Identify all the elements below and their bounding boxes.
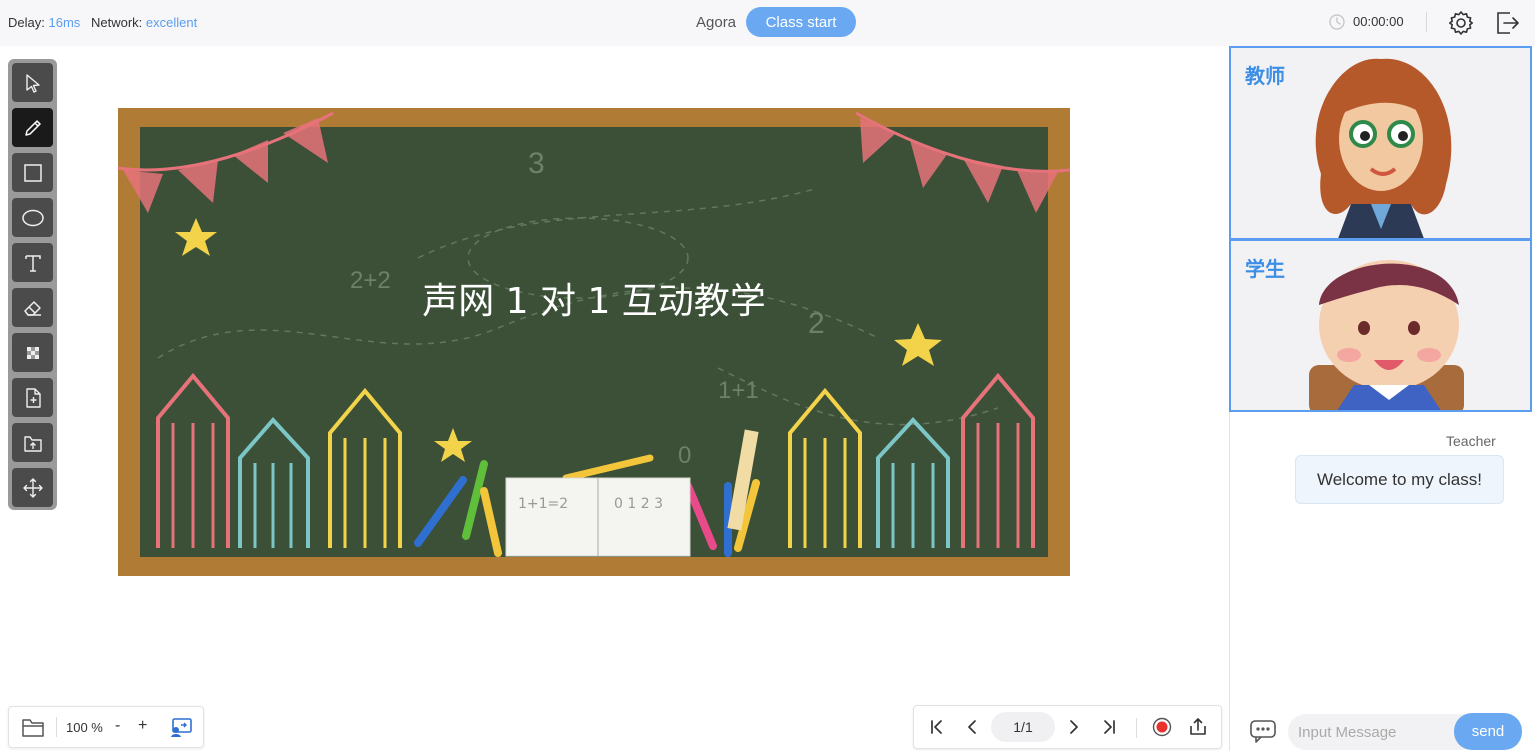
chat-message: Welcome to my class! — [1295, 455, 1504, 504]
last-page-icon[interactable] — [1099, 717, 1119, 737]
first-page-icon[interactable] — [927, 717, 947, 737]
tool-color-picker[interactable] — [12, 333, 53, 372]
send-button[interactable]: send — [1454, 713, 1522, 750]
settings-icon[interactable] — [1447, 9, 1475, 37]
delay-label: Delay: — [8, 15, 45, 30]
teacher-label: 教师 — [1245, 66, 1285, 88]
tool-text[interactable] — [12, 243, 53, 282]
share-export-icon[interactable] — [1188, 717, 1208, 737]
tool-hand[interactable] — [12, 468, 53, 507]
delay-stat: Delay: 16ms — [8, 15, 80, 30]
ellipse-icon — [21, 209, 44, 226]
chalk-number: 1+1 — [718, 377, 759, 404]
chat-bubble-icon[interactable] — [1249, 718, 1277, 744]
classroom-app: Delay: 16ms Network: excellent Agora Cla… — [0, 0, 1535, 751]
exit-icon[interactable] — [1494, 9, 1522, 37]
chalk-number: 2+2 — [350, 267, 391, 294]
chalk-number: 0 — [678, 442, 691, 469]
text-icon — [24, 254, 41, 272]
teacher-avatar — [1315, 58, 1452, 238]
chalk-number: 3 — [528, 147, 545, 180]
delay-value: 16ms — [48, 15, 81, 30]
tool-eraser[interactable] — [12, 288, 53, 327]
clock-icon — [1329, 14, 1345, 30]
network-label: Network: — [91, 15, 143, 30]
add-page-icon — [25, 387, 41, 408]
zoom-in-button[interactable]: + — [138, 717, 147, 735]
tool-rectangle[interactable] — [12, 153, 53, 192]
zoom-out-button[interactable]: - — [115, 717, 120, 735]
tool-upload[interactable] — [12, 423, 53, 462]
network-stat: Network: excellent — [91, 15, 197, 30]
chat-sender: Teacher — [1446, 433, 1496, 449]
top-bar: Delay: 16ms Network: excellent Agora Cla… — [0, 0, 1535, 46]
teacher-video: 教师 — [1229, 46, 1532, 240]
whiteboard-toolbar — [8, 59, 57, 510]
screen-share-icon[interactable] — [169, 716, 193, 738]
tool-ellipse[interactable] — [12, 198, 53, 237]
folder-icon[interactable] — [21, 716, 45, 738]
eraser-icon — [23, 300, 41, 316]
move-icon — [22, 477, 43, 498]
book-text-left: 1+1=2 — [518, 496, 568, 512]
pencil-icon — [24, 119, 41, 136]
zoom-level: 100 % — [66, 720, 103, 735]
rectangle-icon — [23, 163, 42, 182]
open-book: 1+1=2 0 1 2 3 — [505, 477, 691, 557]
page-indicator: 1/1 — [991, 712, 1055, 742]
page-controls: 1/1 — [913, 705, 1222, 749]
prev-page-icon[interactable] — [962, 717, 982, 737]
board-bottom-tools: 100 % - + — [8, 706, 204, 748]
tool-selector[interactable] — [12, 63, 53, 102]
whiteboard-canvas[interactable]: 3 2+2 2 1+1 0 声网 1 对 1 互动教学 1+1=2 0 1 2 … — [118, 108, 1070, 576]
class-start-button[interactable]: Class start — [746, 7, 856, 37]
network-value: excellent — [145, 15, 198, 30]
book-text-right: 0 1 2 3 — [614, 496, 663, 512]
upload-folder-icon — [23, 435, 42, 452]
student-avatar — [1309, 260, 1464, 410]
color-grid-icon — [26, 346, 39, 359]
divider — [1426, 12, 1427, 32]
message-input[interactable] — [1288, 714, 1478, 750]
class-timer: 00:00:00 — [1353, 14, 1404, 29]
room-name: Agora — [696, 14, 737, 31]
next-page-icon[interactable] — [1064, 717, 1084, 737]
divider — [1136, 718, 1137, 738]
tool-add-page[interactable] — [12, 378, 53, 417]
tool-pencil[interactable] — [12, 108, 53, 147]
divider — [56, 717, 57, 737]
board-title: 声网 1 对 1 互动教学 — [422, 281, 766, 322]
record-icon[interactable] — [1152, 717, 1172, 737]
cursor-icon — [25, 73, 40, 93]
student-video: 学生 — [1229, 239, 1532, 412]
chalk-number: 2 — [808, 307, 825, 340]
